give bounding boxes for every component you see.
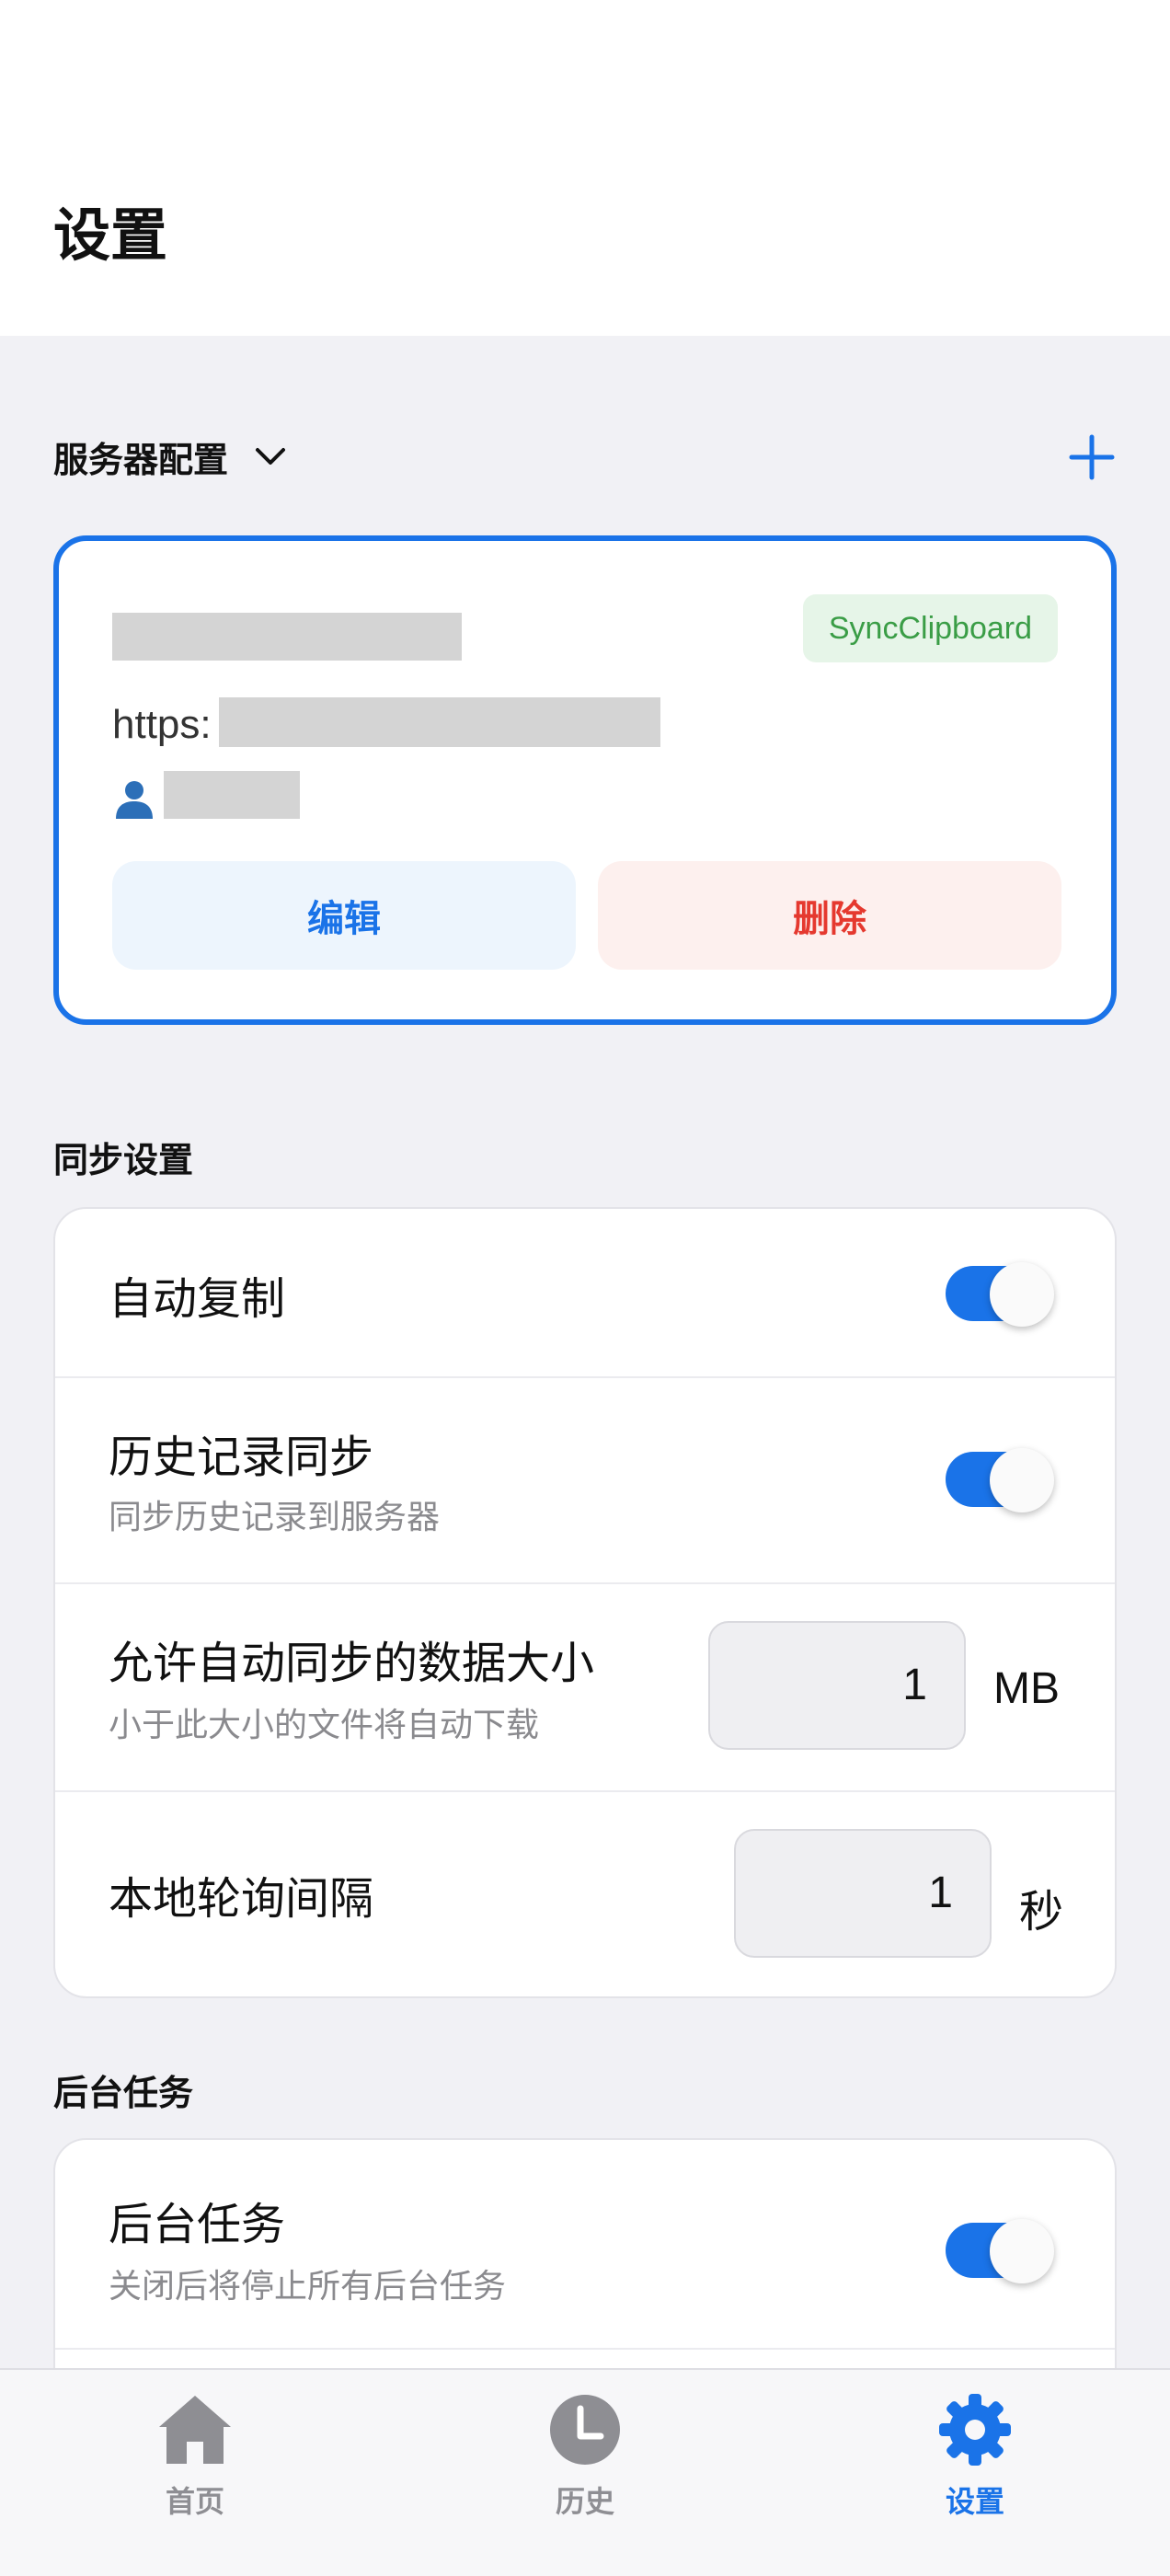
server-url-redacted — [219, 697, 660, 747]
background-task-subtitle: 关闭后将停止所有后台任务 — [109, 2268, 507, 2306]
toggle-knob — [990, 1448, 1054, 1512]
poll-interval-title: 本地轮询间隔 — [109, 1873, 374, 1925]
server-name-redacted — [112, 613, 462, 661]
nav-history[interactable]: 历史 — [493, 2390, 677, 2528]
background-task-toggle[interactable] — [946, 2219, 1054, 2283]
auto-copy-toggle[interactable] — [946, 1262, 1054, 1327]
nav-home-label: 首页 — [165, 2484, 224, 2519]
home-icon — [159, 2396, 231, 2464]
max-size-row: 允许自动同步的数据大小 小于此大小的文件将自动下载 1 MB — [55, 1584, 1115, 1790]
nav-settings[interactable]: 设置 — [883, 2390, 1067, 2528]
server-type-badge: SyncClipboard — [802, 594, 1058, 662]
delete-button[interactable]: 删除 — [598, 861, 1061, 970]
poll-interval-row: 本地轮询间隔 1 秒 — [55, 1792, 1115, 1996]
sync-settings-group: 自动复制 历史记录同步 同步历史记录到服务器 允许自动同步的数据大小 小于此大小… — [53, 1207, 1117, 1998]
gear-icon — [939, 2394, 1011, 2466]
server-config-header[interactable]: 服务器配置 — [53, 429, 1117, 484]
edit-button[interactable]: 编辑 — [112, 861, 576, 970]
max-size-input[interactable]: 1 — [708, 1621, 966, 1750]
sync-section-title: 同步设置 — [53, 1140, 194, 1180]
background-task-row: 后台任务 关闭后将停止所有后台任务 — [55, 2140, 1115, 2348]
poll-interval-input[interactable]: 1 — [734, 1829, 992, 1958]
nav-history-label: 历史 — [555, 2484, 614, 2519]
server-url-prefix: https: — [112, 702, 212, 747]
chevron-down-icon[interactable] — [252, 438, 289, 475]
toggle-knob — [990, 1262, 1054, 1327]
auto-copy-title: 自动复制 — [109, 1273, 286, 1325]
background-section-title: 后台任务 — [53, 2073, 194, 2113]
server-config-label: 服务器配置 — [53, 439, 229, 480]
server-url: https: — [112, 697, 212, 753]
plus-icon — [1069, 434, 1115, 480]
max-size-unit: MB — [993, 1664, 1060, 1713]
server-user-redacted — [164, 771, 300, 819]
history-sync-subtitle: 同步历史记录到服务器 — [109, 1499, 441, 1536]
toggle-knob — [990, 2219, 1054, 2283]
nav-settings-label: 设置 — [945, 2484, 1004, 2519]
auto-copy-row: 自动复制 — [55, 1209, 1115, 1376]
bottom-nav: 首页 历史 设置 — [0, 2368, 1170, 2576]
divider — [55, 2348, 1115, 2350]
history-sync-title: 历史记录同步 — [109, 1432, 374, 1483]
settings-page: 设置 服务器配置 SyncClipboard https: 编辑 删除 同步设置 — [0, 0, 1170, 2576]
max-size-subtitle: 小于此大小的文件将自动下载 — [109, 1707, 540, 1744]
background-task-title: 后台任务 — [109, 2199, 286, 2250]
header: 设置 — [0, 0, 1170, 336]
max-size-title: 允许自动同步的数据大小 — [109, 1638, 595, 1689]
page-title: 设置 — [53, 201, 168, 269]
add-server-button[interactable] — [1067, 432, 1117, 482]
history-sync-row: 历史记录同步 同步历史记录到服务器 — [55, 1378, 1115, 1582]
clock-icon — [550, 2395, 620, 2465]
nav-home[interactable]: 首页 — [103, 2390, 287, 2528]
poll-interval-unit: 秒 — [1019, 1888, 1064, 1937]
history-sync-toggle[interactable] — [946, 1448, 1054, 1512]
server-card[interactable]: SyncClipboard https: 编辑 删除 — [53, 535, 1117, 1025]
user-icon — [116, 781, 153, 819]
